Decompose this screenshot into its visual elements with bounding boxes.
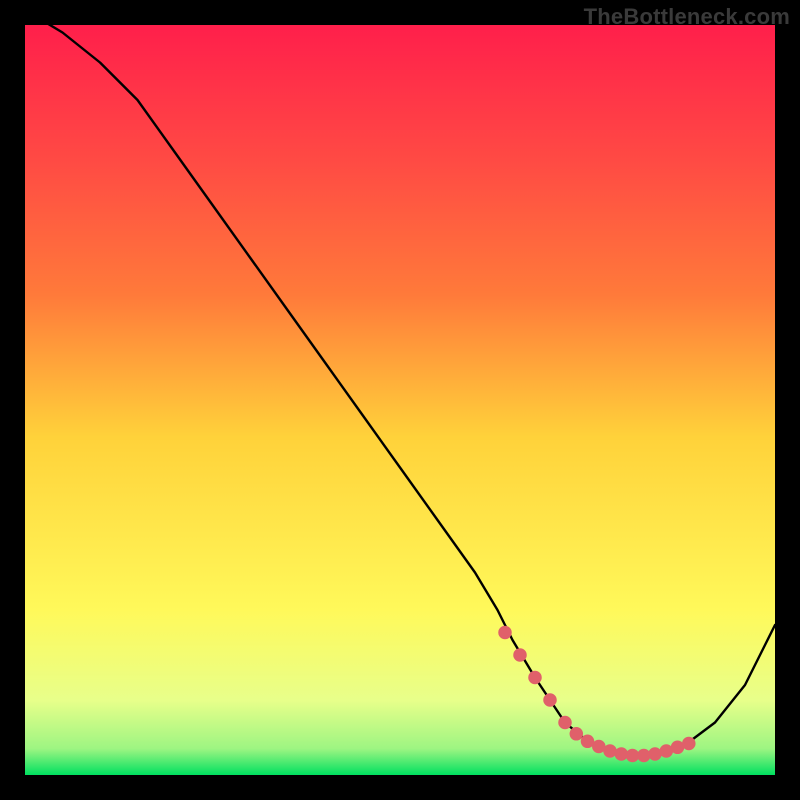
optimal-marker: [682, 737, 696, 751]
optimal-marker: [543, 693, 557, 707]
optimal-marker: [513, 648, 527, 662]
optimal-marker: [528, 671, 542, 685]
watermark-label: TheBottleneck.com: [584, 4, 790, 30]
optimal-marker: [558, 716, 572, 730]
chart-frame: TheBottleneck.com: [0, 0, 800, 800]
optimal-marker: [498, 626, 512, 640]
optimal-marker: [603, 744, 617, 758]
plot-area: [25, 25, 775, 775]
chart-svg: [25, 25, 775, 775]
optimal-marker: [648, 747, 662, 761]
optimal-marker: [570, 727, 584, 741]
